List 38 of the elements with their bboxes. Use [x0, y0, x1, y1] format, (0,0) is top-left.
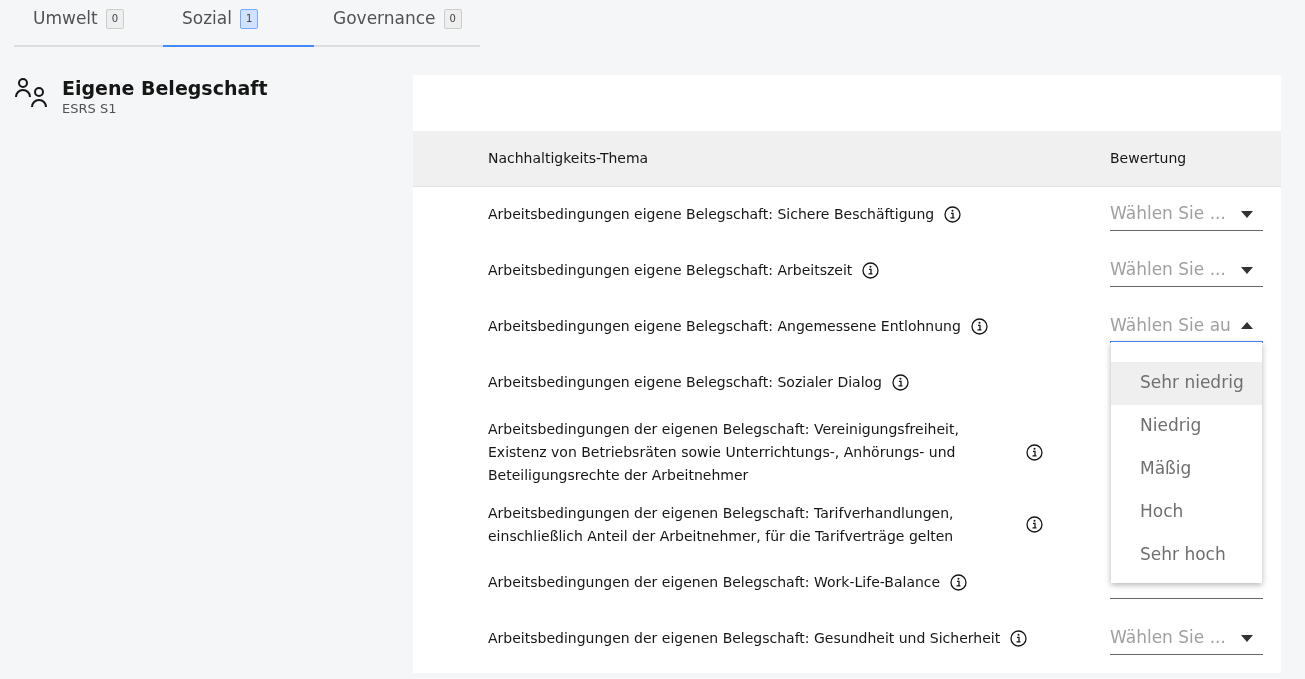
info-icon[interactable] — [892, 374, 909, 391]
topic-text: Arbeitsbedingungen der eigenen Belegschaft: Tarifverhandlungen, einschließlich Anteil der Arbeitnehmer, für die Tarifverträge gelten — [488, 503, 955, 546]
info-icon[interactable] — [1010, 630, 1028, 647]
info-icon[interactable] — [1026, 444, 1043, 461]
column-header: Nachhaltigkeits-Thema — [488, 149, 649, 166]
dropdown-option[interactable]: Sehr niedrig — [1111, 361, 1262, 405]
count-badge: 0 — [105, 8, 125, 29]
caret-icon — [1241, 634, 1253, 642]
count-badge: 1 — [240, 8, 259, 29]
tab[interactable]: Governance 0 — [314, 0, 480, 47]
caret-icon — [1241, 266, 1253, 274]
dropdown-option[interactable]: Sehr hoch — [1111, 533, 1262, 577]
tab[interactable]: Sozial 1 — [163, 0, 314, 47]
column-header: Bewertung — [1110, 149, 1187, 166]
dropdown-option[interactable]: Hoch — [1111, 490, 1262, 534]
topic-text: Arbeitsbedingungen eigene Belegschaft: Angemessene Entlohnung — [488, 317, 961, 336]
info-icon[interactable] — [862, 262, 880, 279]
select-field[interactable]: Wählen Sie ... — [1110, 198, 1263, 231]
caret-icon — [1241, 322, 1253, 329]
info-icon[interactable] — [950, 574, 968, 591]
select-field[interactable]: Wählen Sie ... — [1110, 622, 1263, 655]
caret-icon — [1241, 210, 1253, 218]
topic-text: Arbeitsbedingungen der eigenen Belegschaft: Gesundheit und Sicherheit — [488, 629, 1001, 648]
tab[interactable]: Umwelt 0 — [14, 0, 163, 47]
topic-text: Arbeitsbedingungen eigene Belegschaft: Arbeitszeit — [488, 261, 853, 280]
count-badge: 0 — [443, 8, 462, 29]
info-icon[interactable] — [970, 318, 988, 335]
select-field[interactable]: Wählen Sie ... — [1110, 254, 1263, 287]
section-title: Eigene Belegschaft — [62, 76, 268, 100]
topic-text: Arbeitsbedingungen der eigenen Belegschaft: Vereinigungsfreiheit, Existenz von Betriebsräten sowie Unterrichtungs-, Anhörungs- und Beteiligungsrechte der Arbeitnehmer — [488, 420, 960, 485]
info-icon[interactable] — [1026, 516, 1043, 533]
topic-text: Arbeitsbedingungen der eigenen Belegschaft: Work-Life-Balance — [488, 573, 941, 592]
topic-text: Arbeitsbedingungen eigene Belegschaft: Sozialer Dialog — [488, 373, 882, 392]
info-icon[interactable] — [944, 206, 962, 223]
dropdown-option[interactable]: Mäßig — [1111, 447, 1262, 491]
dropdown-option[interactable]: Niedrig — [1111, 404, 1262, 448]
section-subtitle: ESRS S1 — [62, 100, 118, 119]
topic-text: Arbeitsbedingungen eigene Belegschaft: Sichere Beschäftigung — [488, 205, 935, 224]
